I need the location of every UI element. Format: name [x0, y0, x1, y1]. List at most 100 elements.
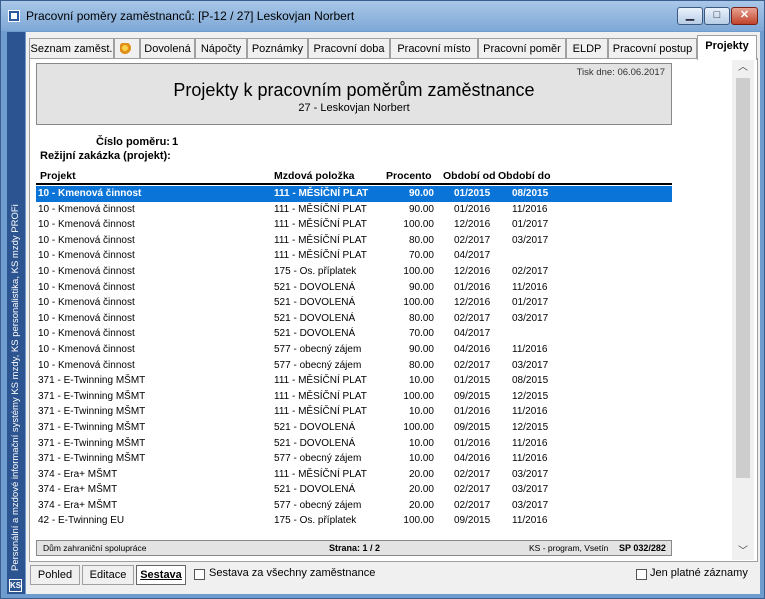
column-header-wage-item: Mzdová položka — [274, 170, 355, 182]
contract-number-value: 1 — [172, 136, 179, 148]
cell-percent: 90.00 — [408, 188, 434, 199]
table-row[interactable]: 10 - Kmenová činnost 111 - MĚSÍČNÍ PLAT 10… — [36, 217, 672, 233]
minimize-button[interactable]: ▁ — [677, 7, 703, 25]
cell-from: 02/2017 — [454, 359, 491, 371]
all-employees-checkbox[interactable] — [194, 569, 205, 580]
cell-wage-item: 111 - MĚSÍČNÍ PLAT — [274, 250, 367, 262]
table-row[interactable]: 374 - Era+ MŠMT 111 - MĚSÍČNÍ PLAT 20.00 02… — [36, 467, 672, 483]
table-row[interactable]: 371 - E-Twinning MŠMT 111 - MĚSÍČNÍ PLAT 1… — [36, 389, 672, 405]
tab-pracovni-postup[interactable]: Pracovní postup — [608, 38, 697, 59]
table-row[interactable]: 371 - E-Twinning MŠMT 521 - DOVOLENÁ 10.00… — [36, 436, 672, 452]
report-title: Projekty k pracovním poměrům zaměstnance — [173, 80, 535, 100]
cell-to: 03/2017 — [512, 312, 549, 324]
cell-to: 11/2016 — [512, 343, 548, 355]
cell-percent: 100.00 — [403, 421, 434, 433]
table-row[interactable]: 10 - Kmenová činnost 521 - DOVOLENÁ 70.00 0… — [36, 326, 672, 342]
cell-wage-item: 111 - MĚSÍČNÍ PLAT — [274, 203, 367, 215]
cell-from: 01/2016 — [454, 406, 491, 418]
report-view[interactable]: Tisk dne: 06.06.2017 Projekty k pracovní… — [36, 63, 731, 559]
tab-projekty[interactable]: Projekty — [697, 35, 757, 60]
cell-wage-item: 521 - DOVOLENÁ — [274, 328, 356, 340]
cell-percent: 20.00 — [408, 484, 434, 496]
all-employees-label: Sestava za všechny zaměstnance — [209, 567, 376, 579]
table-row[interactable]: 374 - Era+ MŠMT 577 - obecný zájem 20.00 02… — [36, 498, 672, 514]
tab-icon-stamp[interactable] — [114, 38, 140, 59]
close-button[interactable]: ✕ — [731, 7, 758, 25]
table-row[interactable]: 10 - Kmenová činnost 577 - obecný zájem 90… — [36, 342, 672, 358]
overhead-project-label: Režijní zakázka (projekt): — [40, 150, 171, 162]
footer-organization: Dům zahraniční spolupráce — [43, 543, 147, 553]
table-row[interactable]: 371 - E-Twinning MŠMT 111 - MĚSÍČNÍ PLAT 1… — [36, 404, 672, 420]
table-row[interactable]: 374 - Era+ MŠMT 521 - DOVOLENÁ 20.00 02/201… — [36, 482, 672, 498]
report-subtitle: 27 - Leskovjan Norbert — [298, 102, 410, 114]
view-tab-label: Editace — [89, 569, 127, 581]
table-row[interactable]: 371 - E-Twinning MŠMT 111 - MĚSÍČNÍ PLAT 1… — [36, 373, 672, 389]
cell-project: 371 - E-Twinning MŠMT — [38, 421, 146, 433]
cell-from: 12/2016 — [454, 297, 491, 309]
report-header: Tisk dne: 06.06.2017 Projekty k pracovní… — [36, 63, 672, 125]
app-window: Pracovní poměry zaměstnanců: [P-12 / 27]… — [0, 0, 765, 599]
table-row[interactable]: 10 - Kmenová činnost 521 - DOVOLENÁ 90.00 0… — [36, 280, 672, 296]
table-row[interactable]: 371 - E-Twinning MŠMT 577 - obecný zájem 1… — [36, 451, 672, 467]
footer-report-code: SP 032/282 — [619, 543, 666, 553]
app-icon — [8, 10, 20, 22]
view-tab-label: Sestava — [140, 569, 182, 581]
cell-percent: 80.00 — [408, 359, 434, 371]
tab-eldp[interactable]: ELDP — [566, 38, 608, 59]
tab-seznam-zamest[interactable]: Seznam zaměst. — [29, 38, 114, 59]
tab-pracovni-doba[interactable]: Pracovní doba — [308, 38, 390, 59]
cell-to: 12/2015 — [512, 390, 549, 402]
scroll-thumb[interactable] — [736, 78, 750, 478]
tab-pracovni-misto[interactable]: Pracovní místo — [390, 38, 478, 59]
column-header-to: Období do — [498, 170, 551, 182]
view-tab-sestava[interactable]: Sestava — [136, 565, 186, 585]
cell-percent: 100.00 — [403, 297, 434, 309]
table-row[interactable]: 10 - Kmenová činnost 521 - DOVOLENÁ 100.00… — [36, 295, 672, 311]
cell-to: 12/2015 — [512, 421, 549, 433]
scroll-down-arrow-icon[interactable]: ﹀ — [732, 544, 754, 560]
column-header-from: Období od — [443, 170, 496, 182]
table-row[interactable]: 10 - Kmenová činnost 111 - MĚSÍČNÍ PLAT 90… — [36, 202, 672, 218]
tab-dovolena[interactable]: Dovolená — [140, 38, 195, 59]
footer-vendor: KS - program, Vsetín — [529, 543, 609, 553]
view-tab-editace[interactable]: Editace — [82, 565, 134, 585]
cell-wage-item: 111 - MĚSÍČNÍ PLAT — [274, 390, 367, 402]
cell-percent: 80.00 — [408, 234, 434, 246]
vertical-scrollbar[interactable]: ︿ ﹀ — [732, 60, 754, 560]
table-row[interactable]: 10 - Kmenová činnost 111 - MĚSÍČNÍ PLAT 70… — [36, 248, 672, 264]
cell-from: 04/2017 — [454, 250, 491, 262]
cell-percent: 10.00 — [408, 437, 434, 449]
table-row[interactable]: 42 - E-Twinning EU 175 - Os. příplatek 100… — [36, 513, 672, 529]
table-row[interactable]: 371 - E-Twinning MŠMT 521 - DOVOLENÁ 100.0… — [36, 420, 672, 436]
cell-to: 03/2017 — [512, 234, 549, 246]
cell-from: 04/2016 — [454, 343, 491, 355]
cell-from: 04/2016 — [454, 453, 491, 465]
tab-pracovni-pomer[interactable]: Pracovní poměr — [478, 38, 566, 59]
header-divider — [36, 183, 672, 185]
cell-project: 371 - E-Twinning MŠMT — [38, 406, 146, 418]
table-row[interactable]: 10 - Kmenová činnost 111 - MĚSÍČNÍ PLAT 90… — [36, 186, 672, 202]
cell-from: 02/2017 — [454, 468, 491, 480]
maximize-button[interactable]: □ — [704, 7, 730, 25]
table-row[interactable]: 10 - Kmenová činnost 521 - DOVOLENÁ 80.00 0… — [36, 311, 672, 327]
valid-only-checkbox[interactable] — [636, 569, 647, 580]
cell-project: 371 - E-Twinning MŠMT — [38, 453, 146, 465]
tab-label: Pracovní poměr — [483, 43, 561, 55]
scroll-up-arrow-icon[interactable]: ︿ — [732, 60, 754, 76]
title-bar[interactable]: Pracovní poměry zaměstnanců: [P-12 / 27]… — [1, 1, 764, 31]
cell-wage-item: 577 - obecný zájem — [274, 499, 362, 511]
cell-from: 02/2017 — [454, 499, 491, 511]
cell-from: 02/2017 — [454, 312, 491, 324]
tab-label: Projekty — [705, 40, 749, 52]
tab-label: ELDP — [572, 43, 602, 55]
cell-from: 01/2015 — [454, 375, 491, 387]
view-tab-pohled[interactable]: Pohled — [30, 565, 80, 585]
tab-poznamky[interactable]: Poznámky — [247, 38, 308, 59]
cell-project: 374 - Era+ MŠMT — [38, 468, 118, 480]
table-row[interactable]: 10 - Kmenová činnost 577 - obecný zájem 80… — [36, 358, 672, 374]
table-row[interactable]: 10 - Kmenová činnost 111 - MĚSÍČNÍ PLAT 80… — [36, 233, 672, 249]
cell-percent: 10.00 — [408, 406, 434, 418]
tab-napocty[interactable]: Nápočty — [195, 38, 247, 59]
table-row[interactable]: 10 - Kmenová činnost 175 - Os. příplatek 1… — [36, 264, 672, 280]
vendor-sidebar: Personální a mzdové informační systémy K… — [7, 32, 25, 594]
